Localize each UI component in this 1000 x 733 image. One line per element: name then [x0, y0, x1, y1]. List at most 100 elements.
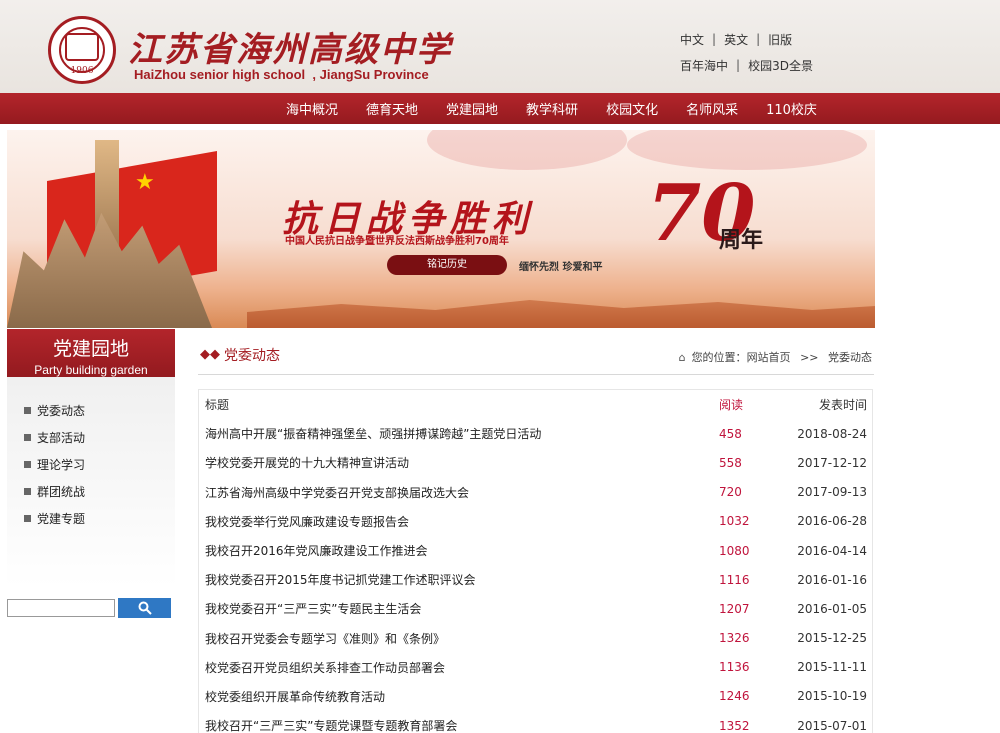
search-input[interactable] — [7, 599, 115, 617]
banner-ribbon: 铭记历史 — [387, 255, 507, 275]
nav-item-overview[interactable]: 海中概况 — [272, 99, 352, 118]
breadcrumb-current[interactable]: 党委动态 — [828, 351, 872, 364]
divider: | — [756, 32, 761, 46]
square-bullet-icon — [24, 515, 31, 522]
star-icon: ★ — [135, 170, 155, 195]
breadcrumb-home[interactable]: 网站首页 — [747, 351, 791, 364]
school-name-en: HaiZhou senior high school , JiangSu Pro… — [134, 67, 429, 82]
article-table: 标题 阅读 发表时间 海州高中开展“振奋精神强堡垒、顽强拼搏谋跨越”主题党日活动… — [198, 389, 873, 733]
site-header: 1906 江苏省海州高级中学 HaiZhou senior high schoo… — [0, 0, 1000, 93]
table-row: 我校党委召开“三严三实”专题民主生活会 1207 2016-01-05 — [199, 594, 872, 623]
banner-cloud — [627, 130, 867, 170]
publish-date: 2015-10-19 — [797, 689, 867, 704]
article-title-link[interactable]: 海州高中开展“振奋精神强堡垒、顽强拼搏谋跨越”主题党日活动 — [199, 425, 719, 442]
home-icon: ⌂ — [678, 351, 686, 364]
publish-date: 2015-11-11 — [797, 660, 867, 675]
read-count: 1246 — [719, 689, 750, 704]
article-title-link[interactable]: 我校党委举行党风廉政建设专题报告会 — [199, 513, 719, 530]
nav-item-party-building[interactable]: 党建园地 — [432, 99, 512, 118]
sidebar-item-label: 党委动态 — [37, 404, 86, 418]
sidebar-title-en: Party building garden — [34, 363, 148, 377]
banner-suffix: 周年 — [719, 227, 764, 253]
banner-subtitle: 中国人民抗日战争暨世界反法西斯战争胜利70周年 — [285, 236, 509, 247]
link-campus-3d[interactable]: 校园3D全景 — [748, 57, 813, 74]
header-title: 标题 — [205, 398, 230, 413]
article-title-link[interactable]: 校党委召开党员组织关系排查工作动员部署会 — [199, 659, 719, 676]
double-diamond-icon: ◆◆ — [200, 347, 220, 362]
article-title-link[interactable]: 我校召开党委会专题学习《准则》和《条例》 — [199, 630, 719, 647]
read-count: 558 — [719, 455, 742, 470]
sidebar-item-united-front[interactable]: 群团统战 — [7, 478, 175, 505]
table-row: 江苏省海州高级中学党委召开党支部换届改选大会 720 2017-09-13 — [199, 478, 872, 507]
link-chinese[interactable]: 中文 — [680, 31, 704, 48]
square-bullet-icon — [24, 461, 31, 468]
article-title-link[interactable]: 校党委组织开展革命传统教育活动 — [199, 688, 719, 705]
article-title-link[interactable]: 江苏省海州高级中学党委召开党支部换届改选大会 — [199, 484, 719, 501]
school-logo[interactable]: 1906 — [48, 16, 116, 84]
publish-date: 2017-12-12 — [797, 455, 867, 470]
header-date: 发表时间 — [818, 398, 867, 413]
sidebar-item-theory-study[interactable]: 理论学习 — [7, 451, 175, 478]
table-row: 学校党委开展党的十九大精神宣讲活动 558 2017-12-12 — [199, 448, 872, 477]
table-row: 我校召开“三严三实”专题党课暨专题教育部署会 1352 2015-07-01 — [199, 711, 872, 733]
table-row: 我校党委举行党风廉政建设专题报告会 1032 2016-06-28 — [199, 507, 872, 536]
sidebar-header: 党建园地 Party building garden — [7, 329, 175, 377]
location-label: 您的位置： — [691, 351, 747, 364]
read-count: 1207 — [719, 601, 750, 616]
publish-date: 2016-01-16 — [797, 572, 867, 587]
publish-date: 2018-08-24 — [797, 426, 867, 441]
header-reads: 阅读 — [719, 398, 744, 413]
table-row: 校党委召开党员组织关系排查工作动员部署会 1136 2015-11-11 — [199, 653, 872, 682]
article-title-link[interactable]: 学校党委开展党的十九大精神宣讲活动 — [199, 454, 719, 471]
link-centennial[interactable]: 百年海中 — [680, 57, 728, 74]
logo-year: 1906 — [70, 66, 94, 76]
read-count: 1080 — [719, 543, 750, 558]
breadcrumb: ⌂ 您的位置：网站首页 >> 党委动态 — [679, 349, 872, 365]
square-bullet-icon — [24, 434, 31, 441]
banner-slogan: 缅怀先烈 珍爱和平 — [519, 262, 603, 273]
read-count: 1352 — [719, 718, 750, 733]
table-row: 我校党委召开2015年度书记抓党建工作述职评议会 1116 2016-01-16 — [199, 565, 872, 594]
hero-banner[interactable]: ★ 抗日战争胜利 70 周年 中国人民抗日战争暨世界反法西斯战争胜利70周年 铭… — [7, 130, 875, 328]
divider: | — [736, 58, 741, 72]
publish-date: 2015-12-25 — [797, 631, 867, 646]
main-nav: 海中概况 德育天地 党建园地 教学科研 校园文化 名师风采 110校庆 — [0, 93, 1000, 124]
link-old-version[interactable]: 旧版 — [768, 31, 792, 48]
article-title-link[interactable]: 我校召开“三严三实”专题党课暨专题教育部署会 — [199, 717, 719, 733]
school-name-cn: 江苏省海州高级中学 — [128, 30, 452, 70]
section-header: ◆◆ 党委动态 ⌂ 您的位置：网站首页 >> 党委动态 — [198, 335, 874, 375]
table-row: 校党委组织开展革命传统教育活动 1246 2015-10-19 — [199, 682, 872, 711]
article-title-link[interactable]: 我校党委召开“三严三实”专题民主生活会 — [199, 600, 719, 617]
read-count: 720 — [719, 485, 742, 500]
read-count: 1136 — [719, 660, 750, 675]
table-header: 标题 阅读 发表时间 — [199, 390, 872, 419]
nav-item-teaching-research[interactable]: 教学科研 — [512, 99, 592, 118]
article-title-link[interactable]: 我校党委召开2015年度书记抓党建工作述职评议会 — [199, 571, 719, 588]
link-english[interactable]: 英文 — [724, 31, 748, 48]
top-links: 中文 | 英文 | 旧版 百年海中 | 校园3D全景 — [680, 26, 813, 78]
great-wall-graphic — [247, 300, 875, 328]
logo-emblem — [65, 33, 99, 61]
nav-item-teachers[interactable]: 名师风采 — [672, 99, 752, 118]
sidebar-item-branch-activities[interactable]: 支部活动 — [7, 424, 175, 451]
divider: | — [712, 32, 717, 46]
sidebar-item-committee-news[interactable]: 党委动态 — [7, 397, 175, 424]
table-row: 我校召开党委会专题学习《准则》和《条例》 1326 2015-12-25 — [199, 624, 872, 653]
nav-item-moral-education[interactable]: 德育天地 — [352, 99, 432, 118]
square-bullet-icon — [24, 407, 31, 414]
nav-item-campus-culture[interactable]: 校园文化 — [592, 99, 672, 118]
publish-date: 2017-09-13 — [797, 485, 867, 500]
nav-item-anniversary[interactable]: 110校庆 — [752, 99, 831, 118]
sidebar-item-party-topics[interactable]: 党建专题 — [7, 505, 175, 532]
sidebar-item-label: 理论学习 — [37, 458, 86, 472]
article-title-link[interactable]: 我校召开2016年党风廉政建设工作推进会 — [199, 542, 719, 559]
publish-date: 2015-07-01 — [797, 718, 867, 733]
table-row: 海州高中开展“振奋精神强堡垒、顽强拼搏谋跨越”主题党日活动 458 2018-0… — [199, 419, 872, 448]
table-row: 我校召开2016年党风廉政建设工作推进会 1080 2016-04-14 — [199, 536, 872, 565]
sidebar-menu: 党委动态 支部活动 理论学习 群团统战 党建专题 — [7, 377, 175, 587]
search-button[interactable] — [118, 598, 171, 618]
publish-date: 2016-01-05 — [797, 601, 867, 616]
breadcrumb-separator: >> — [800, 351, 819, 364]
square-bullet-icon — [24, 488, 31, 495]
read-count: 1116 — [719, 572, 750, 587]
